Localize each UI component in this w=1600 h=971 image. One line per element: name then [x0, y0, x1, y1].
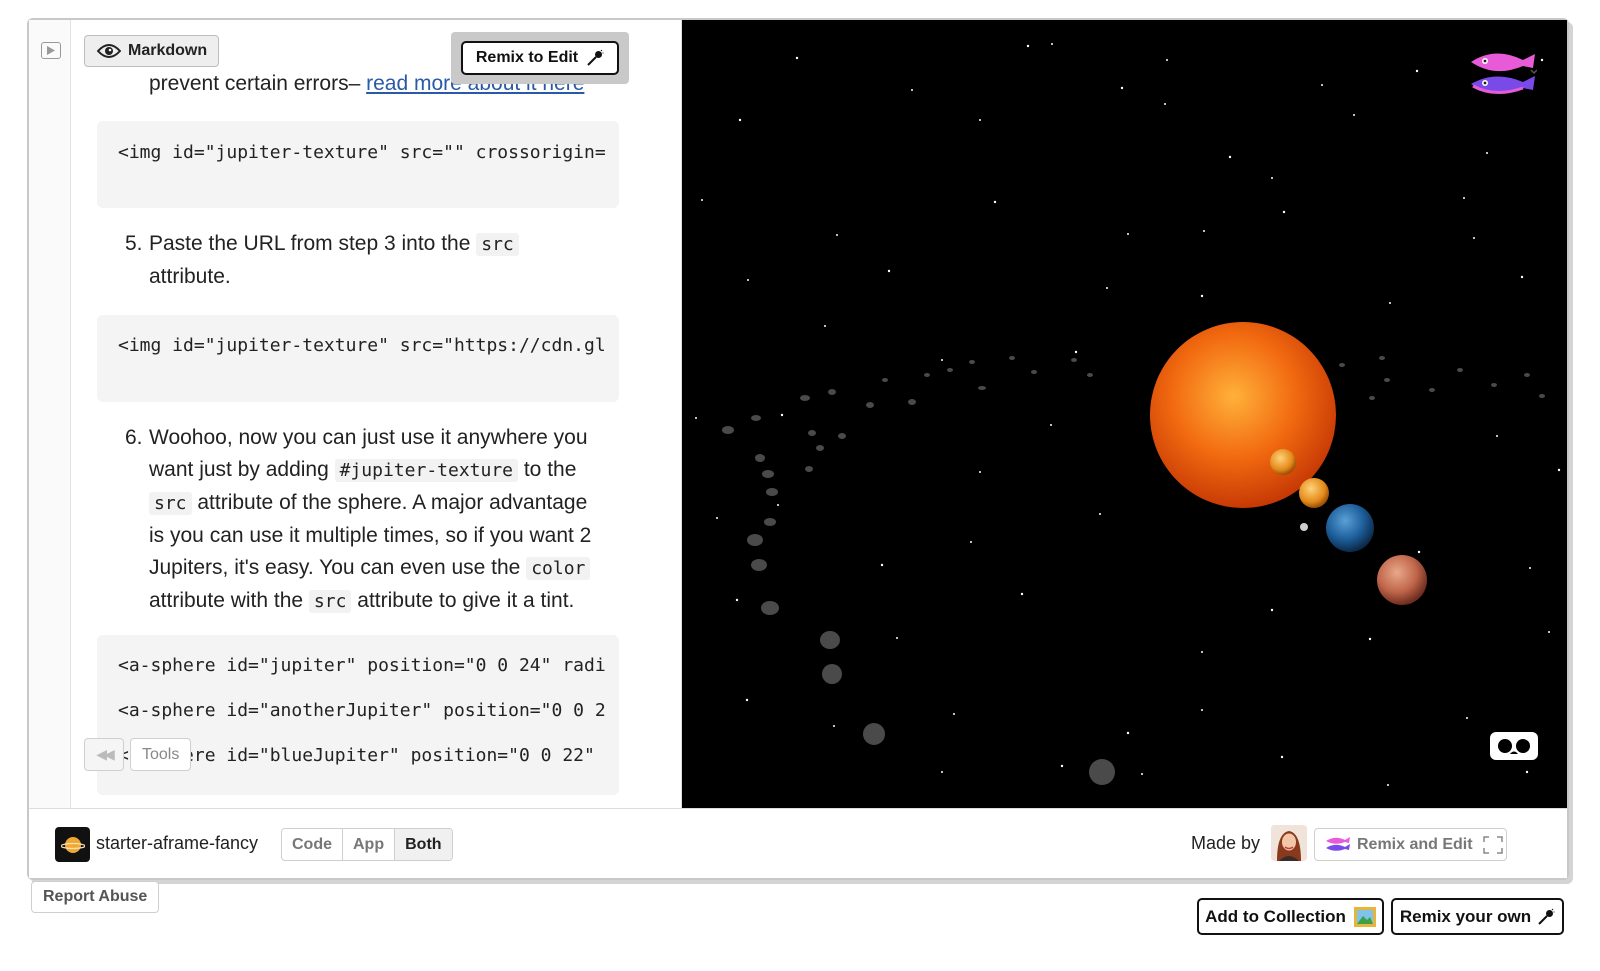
- aframe-scene[interactable]: [682, 20, 1567, 808]
- creator-avatar[interactable]: [1271, 825, 1307, 861]
- fullscreen-icon: [1482, 835, 1503, 854]
- add-to-collection-button[interactable]: Add to Collection: [1197, 898, 1384, 935]
- rewind-button[interactable]: ◀◀: [84, 738, 124, 771]
- tools-controls: ◀◀ Tools: [84, 738, 192, 771]
- code-block-3: <a-sphere id="jupiter" position="0 0 24"…: [97, 635, 619, 795]
- made-by-label: Made by: [1191, 833, 1261, 853]
- step-text: Jupiters, it's easy. You can even use th…: [149, 556, 527, 579]
- view-both-button[interactable]: Both: [395, 829, 452, 860]
- step-text: attribute.: [149, 265, 231, 288]
- remix-to-edit-button[interactable]: Remix to Edit: [461, 41, 619, 75]
- moon: [1300, 523, 1308, 531]
- left-gutter: [29, 20, 71, 808]
- mars-planet: [1377, 555, 1427, 605]
- report-abuse-button[interactable]: Report Abuse: [31, 881, 160, 913]
- code-block-1: <img id="jupiter-texture" src="" crossor…: [97, 121, 619, 208]
- remix-your-own-label: Remix your own: [1399, 906, 1532, 926]
- step-text: to the: [518, 458, 577, 481]
- inline-code: src: [308, 590, 352, 613]
- step-number: 6.: [125, 426, 143, 449]
- view-toggle: Code App Both: [281, 828, 453, 861]
- remix-and-edit-button[interactable]: Remix and Edit: [1314, 828, 1507, 861]
- step-text: attribute with the: [149, 589, 309, 612]
- step-text: want just by adding: [149, 458, 335, 481]
- code-block-2: <img id="jupiter-texture" src="https://c…: [97, 315, 619, 402]
- glitch-embed: Markdown Remix to Edit prevent certain e…: [27, 18, 1569, 880]
- remix-to-edit-label: Remix to Edit: [475, 49, 579, 66]
- view-app-button[interactable]: App: [343, 829, 396, 860]
- step-text: Paste the URL from step 3 into the: [149, 232, 477, 255]
- picture-frame-icon: [1353, 906, 1376, 927]
- view-code-button[interactable]: Code: [282, 829, 343, 860]
- add-to-collection-label: Add to Collection: [1205, 906, 1346, 926]
- eye-icon: [97, 44, 121, 58]
- earth-planet: [1326, 504, 1374, 552]
- step-5: 5. Paste the URL from step 3 into the sr…: [125, 228, 629, 293]
- remix-and-edit-label: Remix and Edit: [1357, 835, 1473, 853]
- markdown-toggle-button[interactable]: Markdown: [84, 35, 220, 67]
- project-avatar[interactable]: [55, 827, 90, 862]
- markdown-pane: Markdown Remix to Edit prevent certain e…: [71, 20, 682, 808]
- venus-planet: [1270, 449, 1296, 475]
- code-line: <img id="jupiter-texture" src="" crossor…: [118, 142, 606, 163]
- vr-headset-icon[interactable]: [1490, 732, 1538, 760]
- embed-content: Markdown Remix to Edit prevent certain e…: [29, 20, 1567, 808]
- step-6: 6. Woohoo, now you can just use it anywh…: [125, 422, 639, 618]
- code-line: <a-sphere id="anotherJupiter" position="…: [118, 700, 606, 721]
- tools-button[interactable]: Tools: [130, 738, 192, 771]
- remix-your-own-button[interactable]: Remix your own: [1391, 898, 1564, 935]
- code-line: <a-sphere id="jupiter" position="0 0 24"…: [118, 655, 606, 676]
- partial-line-text: prevent certain errors–: [149, 72, 367, 95]
- project-name[interactable]: starter-aframe-fancy: [96, 833, 258, 854]
- inline-code: src: [149, 492, 192, 515]
- inline-code: color: [526, 557, 591, 580]
- project-footer-bar: starter-aframe-fancy Code App Both Made …: [29, 808, 1567, 878]
- markdown-toggle-label: Markdown: [128, 42, 208, 59]
- step-text: Woohoo, now you can just use it anywhere…: [149, 426, 588, 449]
- planet: [1299, 478, 1329, 508]
- microphone-icon: [587, 49, 604, 66]
- saturn-icon: [60, 836, 85, 853]
- glitch-fish-logo[interactable]: [1465, 48, 1537, 102]
- play-icon[interactable]: [41, 42, 61, 59]
- inline-code: src: [476, 233, 519, 256]
- inline-code: #jupiter-texture: [334, 459, 519, 482]
- step-text: attribute of the sphere. A major advanta…: [191, 491, 588, 514]
- step-text: attribute to give it a tint.: [351, 589, 575, 612]
- microphone-icon: [1538, 908, 1555, 925]
- step-text: is you can use it multiple times, so if …: [149, 524, 592, 547]
- code-line: <img id="jupiter-texture" src="https://c…: [118, 335, 606, 356]
- space-background: [695, 43, 1561, 786]
- glitch-fish-icon: [1326, 836, 1350, 851]
- step-number: 5.: [125, 232, 143, 255]
- remix-to-edit-overlay: Remix to Edit: [451, 32, 629, 84]
